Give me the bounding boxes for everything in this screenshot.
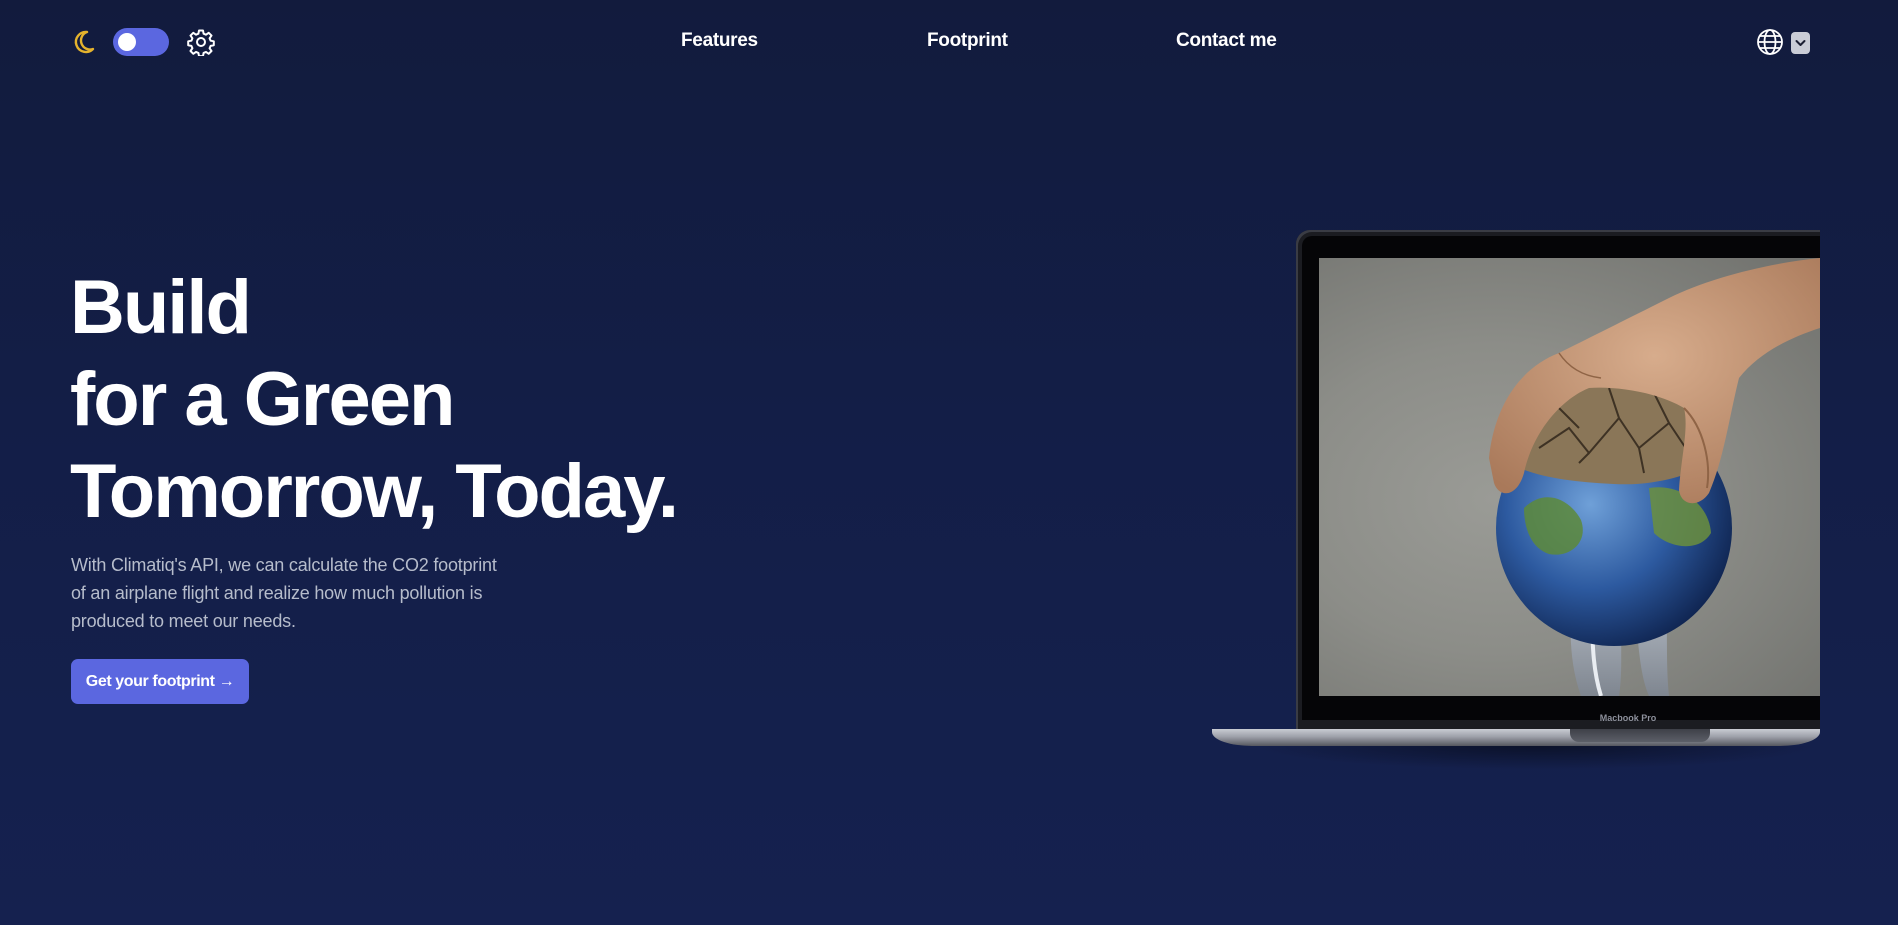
nav-contact-me[interactable]: Contact me <box>1176 30 1277 52</box>
laptop-shadow <box>1252 746 1820 770</box>
hero-description: With Climatiq's API, we can calculate th… <box>71 555 497 631</box>
nav-footprint[interactable]: Footprint <box>927 30 1008 52</box>
moon-icon <box>74 30 95 54</box>
laptop-base-notch <box>1570 729 1710 742</box>
site-header: Features Footprint Contact me <box>0 0 1898 84</box>
hero-title: Build for a Green Tomorrow, Today. <box>70 262 679 538</box>
language-dropdown[interactable] <box>1791 32 1810 54</box>
laptop-base <box>1212 729 1820 746</box>
laptop-model-label: Macbook Pro <box>1599 713 1657 723</box>
hero-title-line: Tomorrow, Today. <box>70 449 679 534</box>
hero-title-line: Build <box>70 265 252 350</box>
gear-icon[interactable] <box>187 28 215 56</box>
get-footprint-button[interactable]: Get your footprint → <box>71 659 249 704</box>
laptop-mockup: Macbook Pro <box>1212 230 1820 770</box>
hero-title-line: for a Green <box>70 357 455 442</box>
laptop-screen-image <box>1319 258 1820 696</box>
chevron-down-icon <box>1795 40 1806 46</box>
nav-features[interactable]: Features <box>681 30 758 52</box>
melting-earth-image <box>1489 258 1820 696</box>
toggle-knob <box>118 33 136 51</box>
theme-toggle[interactable] <box>113 28 169 56</box>
globe-icon[interactable] <box>1756 28 1784 56</box>
